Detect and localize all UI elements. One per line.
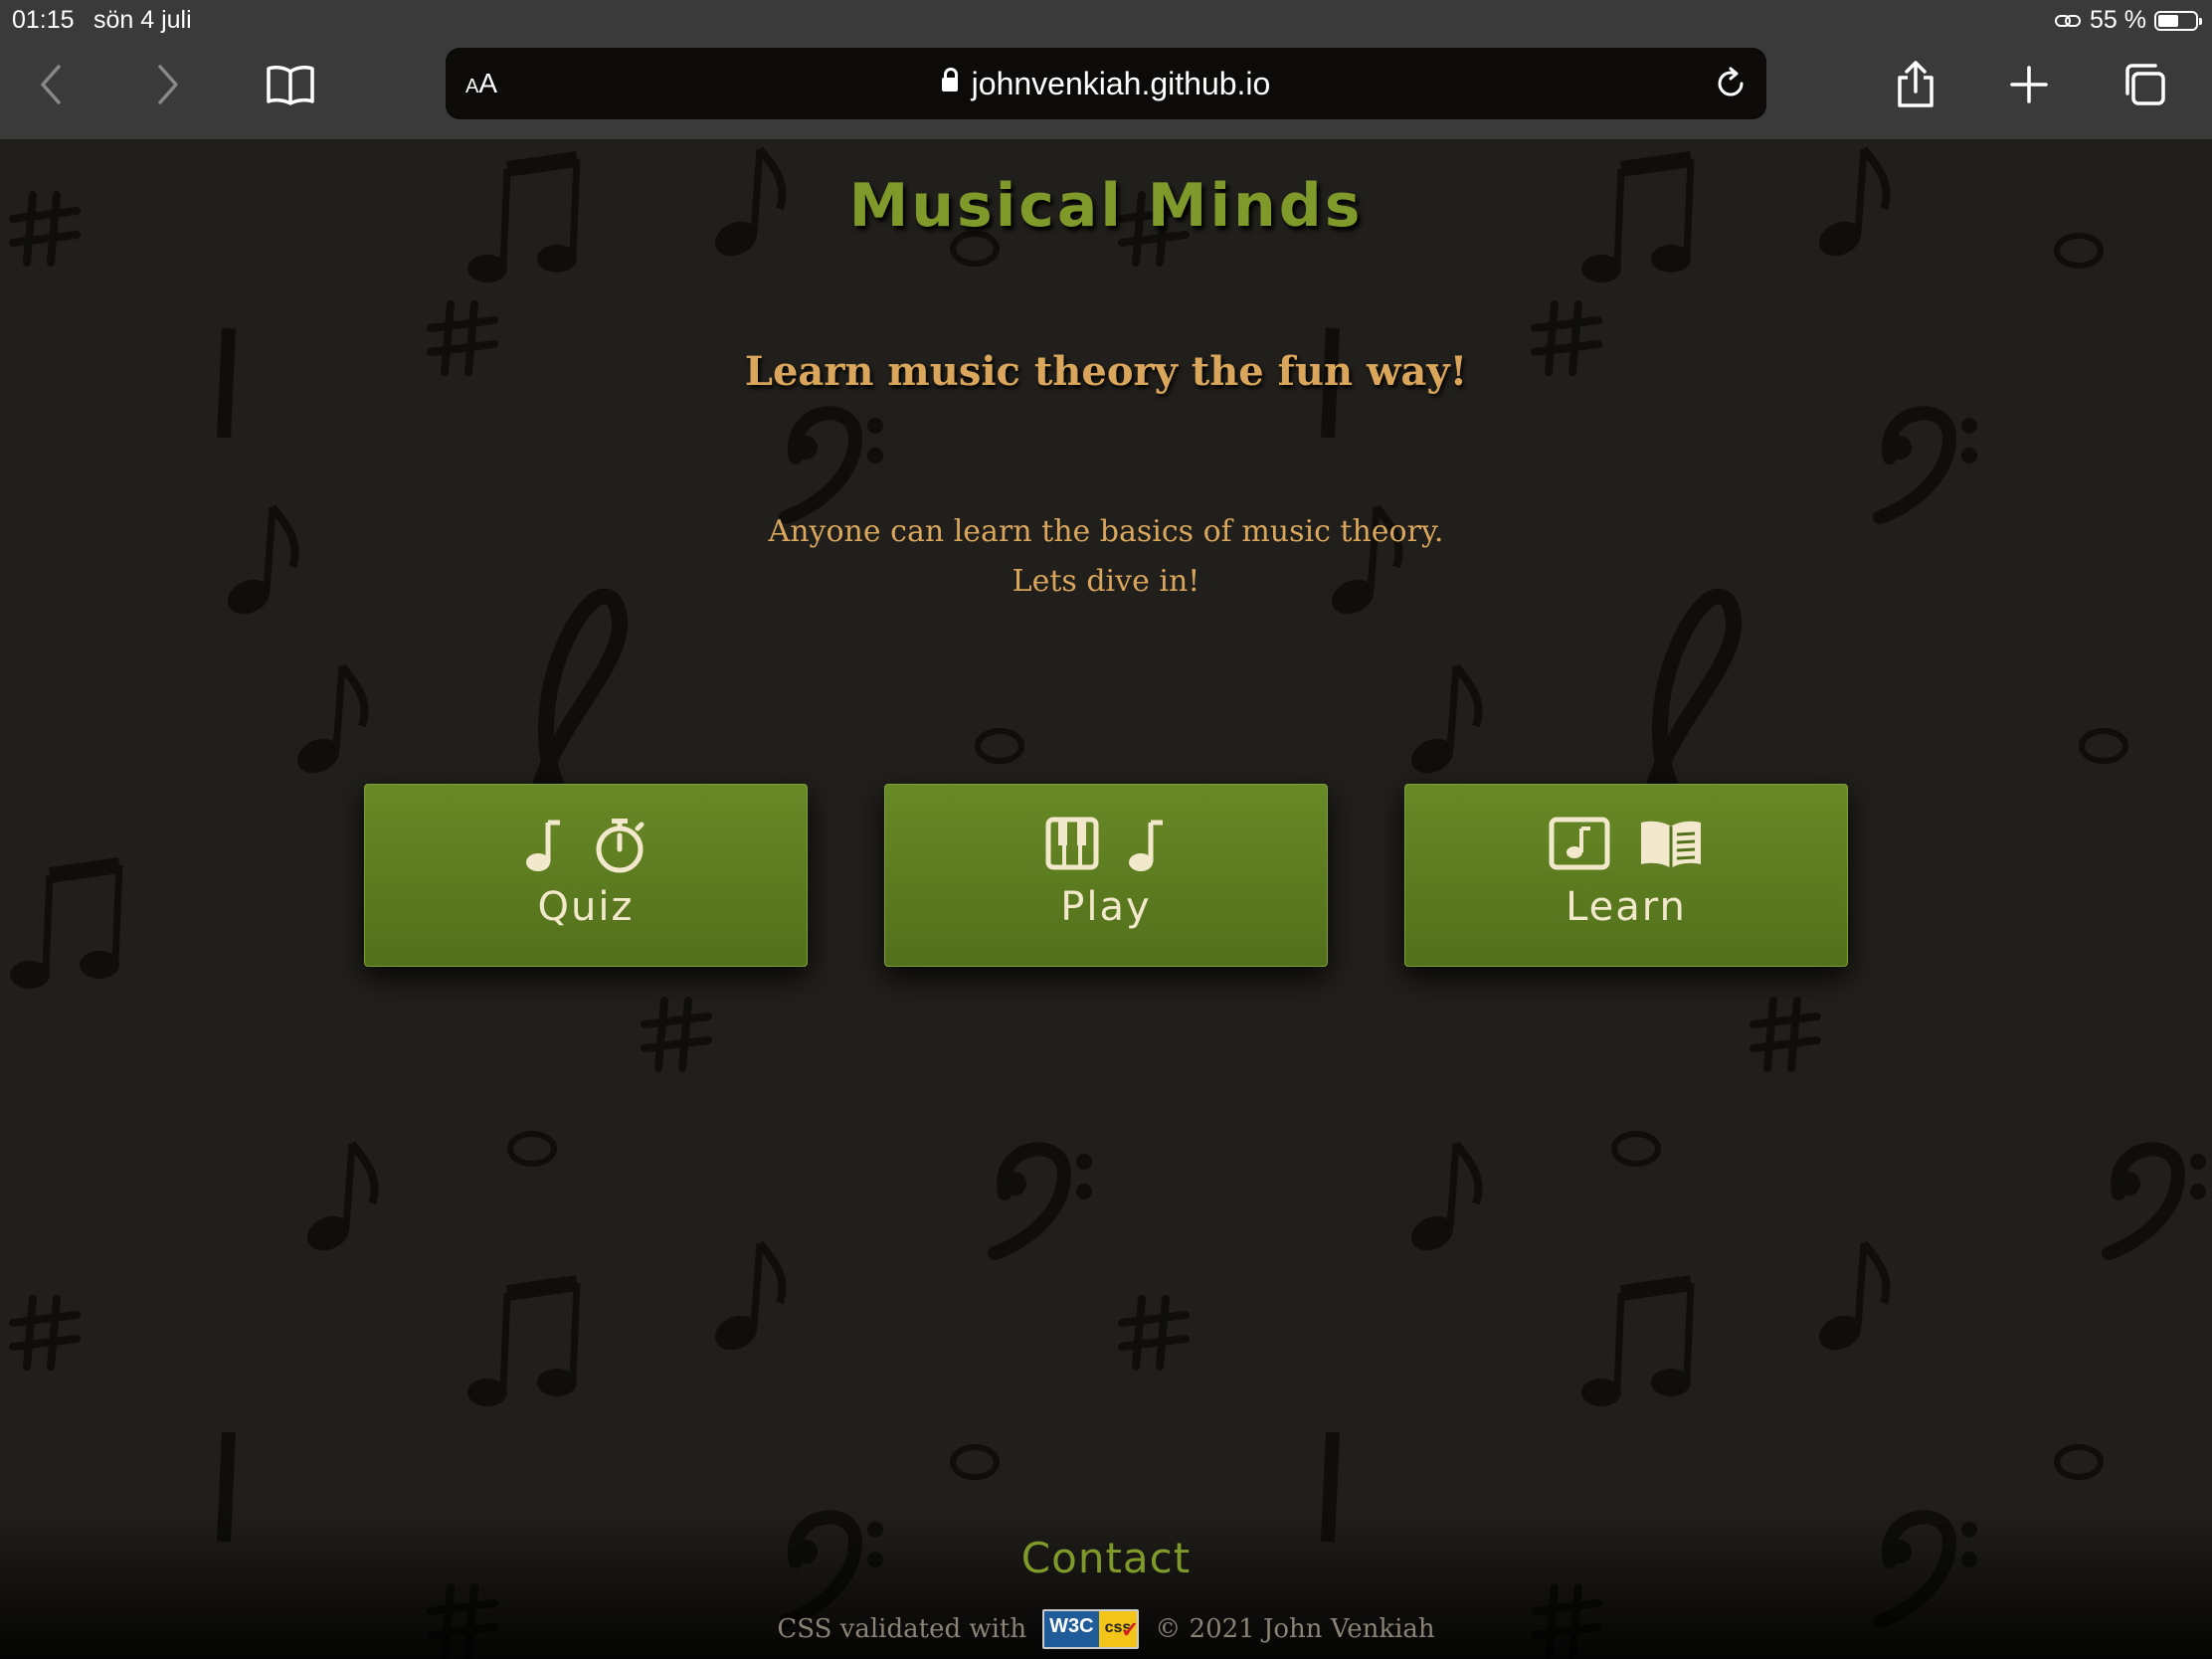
intro-line-1: Anyone can learn the basics of music the… [768, 514, 1444, 549]
play-icons [885, 817, 1327, 874]
learn-button[interactable]: Learn [1404, 784, 1848, 967]
page-title: Musical Minds [848, 171, 1364, 241]
open-book-icon [1641, 821, 1701, 868]
web-page: Musical Minds Learn music theory the fun… [0, 139, 2212, 1659]
battery-icon [2154, 10, 2202, 31]
music-note-icon [1129, 820, 1163, 871]
music-sheet-icon [1549, 817, 1610, 870]
link-icon [2055, 14, 2082, 27]
url-text: johnvenkiah.github.io [971, 66, 1271, 101]
quiz-button[interactable]: Quiz [364, 784, 808, 967]
browser-toolbar: AA johnvenkiah.github.io [0, 40, 2212, 139]
contact-link[interactable]: Contact [0, 1534, 2212, 1582]
tabs-icon[interactable] [2115, 60, 2174, 109]
bookmarks-icon[interactable] [261, 60, 320, 109]
css-badge-label: css [1098, 1611, 1138, 1647]
quiz-icons [365, 817, 807, 874]
learn-label: Learn [1566, 884, 1687, 930]
back-icon[interactable] [22, 60, 82, 109]
w3c-badge-label: W3C [1044, 1611, 1099, 1647]
page-subtitle: Learn music theory the fun way! [744, 348, 1468, 395]
play-button[interactable]: Play [884, 784, 1328, 967]
intro-text: Anyone can learn the basics of music the… [0, 507, 2212, 607]
reload-icon[interactable] [1713, 66, 1749, 101]
stopwatch-icon [596, 819, 645, 873]
lock-icon [941, 67, 958, 92]
play-label: Play [1060, 884, 1152, 930]
forward-icon[interactable] [137, 60, 197, 109]
status-date: sön 4 juli [93, 6, 192, 34]
status-bar: 01:15 sön 4 juli 55 % [0, 0, 2212, 40]
intro-line-2: Lets dive in! [1012, 564, 1200, 599]
piano-icon [1045, 817, 1099, 870]
address-bar[interactable]: AA johnvenkiah.github.io [446, 48, 1766, 119]
footer: CSS validated with W3C css © 2021 John V… [0, 1609, 2212, 1649]
url-display[interactable]: johnvenkiah.github.io [446, 66, 1766, 102]
share-icon[interactable] [1886, 60, 1945, 109]
battery-percentage: 55 % [2090, 6, 2146, 34]
quiz-label: Quiz [537, 884, 635, 930]
validated-text: CSS validated with [777, 1614, 1027, 1644]
status-right: 55 % [2054, 6, 2202, 35]
new-tab-icon[interactable] [1999, 60, 2059, 109]
w3c-css-badge[interactable]: W3C css [1042, 1609, 1140, 1649]
status-time: 01:15 [12, 6, 75, 34]
learn-icons [1405, 817, 1847, 874]
music-note-icon [526, 820, 560, 871]
copyright-text: © 2021 John Venkiah [1155, 1614, 1435, 1644]
